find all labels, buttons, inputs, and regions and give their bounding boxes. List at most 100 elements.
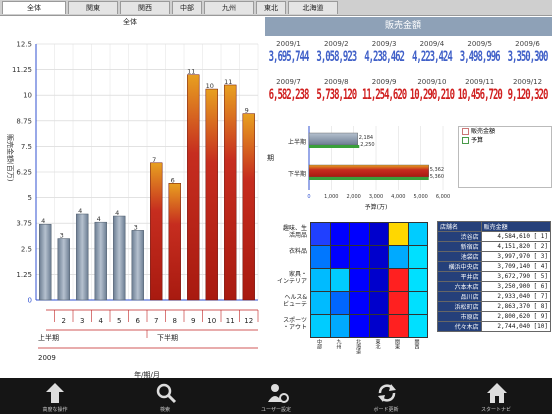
x-tick-label: 2 (62, 317, 66, 325)
sales-month-label: 2009/1 (276, 40, 301, 48)
bar[interactable] (242, 113, 255, 301)
heatmap-col-label: 東北 (374, 339, 381, 349)
heatmap-cell[interactable] (407, 291, 428, 315)
tab-chubu[interactable]: 中部 (172, 1, 202, 14)
sales-month-label: 2009/2 (323, 40, 349, 48)
search-button[interactable]: 検索 (125, 378, 205, 414)
category-region-heatmap: 趣味、生 活用品 衣料品 家具・ インテリア ヘルス& ビューテ スポーツ ・アウト 中部… (265, 221, 435, 373)
sales-month-cell[interactable]: 2009/1 3,695,744 (265, 38, 312, 76)
tab-kyushu[interactable]: 九州 (204, 1, 254, 14)
shop-row[interactable]: 横浜中央店 3,709,140 [ 4] (437, 261, 552, 272)
tab-tohoku[interactable]: 東北 (256, 1, 286, 14)
bar[interactable] (168, 183, 181, 301)
sales-month-cell[interactable]: 2009/5 3,498,996 (456, 38, 503, 76)
sales-month-cell[interactable]: 2009/8 5,738,120 (313, 76, 360, 114)
heatmap-cell[interactable] (310, 222, 331, 246)
heatmap-cell[interactable] (368, 291, 389, 315)
heatmap-cell[interactable] (310, 245, 331, 269)
heatmap-cell[interactable] (329, 268, 350, 292)
bar[interactable] (131, 230, 144, 301)
heatmap-cell[interactable] (388, 268, 409, 292)
sales-month-cell[interactable]: 2009/10 10,290,210 (408, 76, 455, 114)
bar[interactable] (113, 215, 126, 301)
shop-row[interactable]: 代々木店 2,744,040 [10] (437, 321, 552, 332)
bar[interactable] (150, 162, 163, 301)
sales-month-cell[interactable]: 2009/7 6,582,238 (265, 76, 312, 114)
sales-month-cell[interactable]: 2009/3 4,238,462 (361, 38, 408, 76)
heatmap-cell[interactable] (407, 245, 428, 269)
board-refresh-button[interactable]: ボード更新 (346, 378, 426, 414)
first-half-label: 上半期 (38, 333, 59, 342)
heatmap-cell[interactable] (349, 268, 370, 292)
heatmap-cell[interactable] (407, 314, 428, 338)
heatmap-cell[interactable] (349, 222, 370, 246)
y-tick-label: 10 (23, 92, 32, 100)
heatmap-cell[interactable] (310, 314, 331, 338)
sales-month-value: 10,290,210 (409, 88, 455, 104)
shop-row[interactable]: 池袋店 3,997,970 [ 3] (437, 251, 552, 262)
tab-kanto[interactable]: 関東 (68, 1, 118, 14)
half-budget-bar[interactable] (309, 177, 429, 180)
heatmap-cell[interactable] (368, 245, 389, 269)
shop-row[interactable]: 六本木店 3,250,900 [ 6] (437, 281, 552, 292)
shop-row[interactable]: 市原店 2,800,620 [ 9] (437, 311, 552, 322)
heatmap-cell[interactable] (329, 291, 350, 315)
tab-kansai[interactable]: 関西 (120, 1, 170, 14)
sales-month-cell[interactable]: 2009/4 4,223,424 (408, 38, 455, 76)
heatmap-cell[interactable] (388, 291, 409, 315)
y-tick-label: 3.75 (16, 220, 32, 228)
sales-month-cell[interactable]: 2009/11 10,456,720 (456, 76, 503, 114)
half-budget-bar[interactable] (309, 145, 360, 148)
bar[interactable] (39, 223, 52, 301)
heatmap-cell[interactable] (349, 291, 370, 315)
heatmap-cell[interactable] (329, 222, 350, 246)
heatmap-cell[interactable] (388, 314, 409, 338)
home-arrow-icon (46, 383, 64, 403)
second-half-label: 下半期 (157, 333, 178, 342)
user-settings-button[interactable]: ユーザー設定 (236, 378, 316, 414)
heatmap-cell[interactable] (407, 268, 428, 292)
bar[interactable] (205, 88, 218, 301)
heatmap-cell[interactable] (368, 222, 389, 246)
shop-sales-cell: 2,800,620 [ 9] (480, 311, 552, 322)
user-settings-icon (268, 384, 289, 403)
heatmap-cell[interactable] (349, 314, 370, 338)
advanced-operation-button[interactable]: 高度な操作 (15, 378, 95, 414)
heatmap-cell[interactable] (349, 245, 370, 269)
start-navi-button[interactable]: スタートナビ (456, 378, 536, 414)
bar[interactable] (76, 213, 89, 301)
sales-month-value: 6,582,238 (268, 88, 310, 104)
bar[interactable] (224, 84, 237, 301)
bar[interactable] (187, 74, 200, 301)
heatmap-cell[interactable] (388, 222, 409, 246)
shop-row[interactable]: 渋谷店 4,584,610 [ 1] (437, 231, 552, 242)
sales-month-cell[interactable]: 2009/6 3,350,300 (504, 38, 551, 76)
bar-value-label: 6 (171, 176, 175, 184)
heatmap-cell[interactable] (310, 268, 331, 292)
half-sales-bar[interactable] (308, 164, 429, 178)
shop-row[interactable]: 品川店 2,933,040 [ 7] (437, 291, 552, 302)
heatmap-cell[interactable] (407, 222, 428, 246)
bar-value-label: 7 (152, 156, 156, 164)
half-sales-bar[interactable] (308, 132, 358, 146)
shop-sales-cell: 4,584,610 [ 1] (480, 231, 552, 242)
heatmap-cell[interactable] (329, 314, 350, 338)
heatmap-cell[interactable] (329, 245, 350, 269)
heatmap-cell[interactable] (388, 245, 409, 269)
bar[interactable] (57, 238, 70, 301)
shop-row[interactable]: 浜松町店 2,863,370 [ 8] (437, 301, 552, 312)
heatmap-cell[interactable] (310, 291, 331, 315)
sales-month-cell[interactable]: 2009/2 3,058,923 (313, 38, 360, 76)
tab-hokkaido[interactable]: 北海道 (288, 1, 338, 14)
heatmap-cell[interactable] (368, 268, 389, 292)
sales-month-cell[interactable]: 2009/12 9,120,320 (504, 76, 551, 114)
sales-month-cell[interactable]: 2009/9 11,254,620 (361, 76, 408, 114)
tab-all[interactable]: 全体 (2, 1, 66, 14)
shop-row[interactable]: 新宿店 4,151,820 [ 2] (437, 241, 552, 252)
half-x-tick: 1,000 (324, 194, 338, 200)
bar[interactable] (94, 221, 107, 301)
shop-name-cell: 池袋店 (437, 251, 482, 262)
shop-row[interactable]: 平井店 3,672,790 [ 5] (437, 271, 552, 282)
heatmap-cell[interactable] (368, 314, 389, 338)
heatmap-row-label: 衣料品 (288, 248, 307, 255)
